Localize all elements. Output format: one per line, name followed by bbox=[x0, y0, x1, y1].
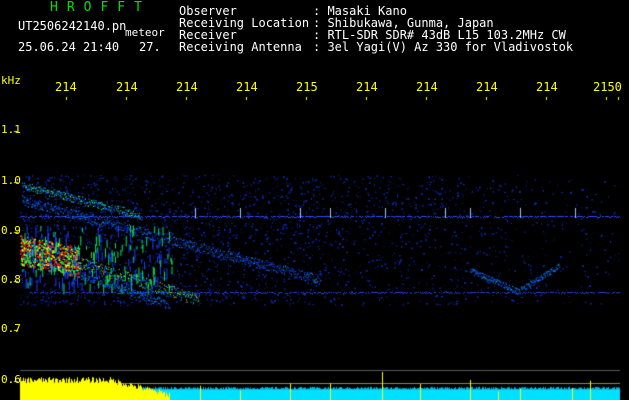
y-tick-label: 1.0 bbox=[1, 174, 21, 187]
x-tick-label: 2150 bbox=[593, 80, 622, 94]
datetime-label: 25.06.24 21:40 bbox=[18, 40, 120, 54]
x-tick-label: 214 bbox=[356, 80, 378, 94]
x-tick-label: 214 bbox=[176, 80, 198, 94]
y-tick-label: 0.7 bbox=[1, 322, 21, 335]
y-tick-label: 0.9 bbox=[1, 224, 21, 237]
x-tick-label: 214 bbox=[236, 80, 258, 94]
y-tick-label: 0.6 bbox=[1, 373, 21, 386]
unit-label: kHz bbox=[1, 74, 21, 87]
x-tick-label: 214 bbox=[476, 80, 498, 94]
x-tick-label: 215 bbox=[296, 80, 318, 94]
x-tick-label: 214 bbox=[116, 80, 138, 94]
y-tick-label: 1.1 bbox=[1, 123, 21, 136]
count-label: 27. bbox=[139, 40, 161, 54]
antenna-value: : 3el Yagi(V) Az 330 for Vladivostok bbox=[313, 40, 574, 54]
x-tick-label: 214 bbox=[55, 80, 77, 94]
x-tick-label: 214 bbox=[416, 80, 438, 94]
y-tick-label: 0.8 bbox=[1, 273, 21, 286]
spectrogram-canvas bbox=[0, 0, 629, 400]
x-tick-label: 214 bbox=[536, 80, 558, 94]
filename-label: UT2506242140.pn bbox=[18, 19, 127, 33]
hrofft-brand: HROFFT bbox=[50, 0, 151, 15]
meteor-label: meteor bbox=[125, 26, 165, 39]
antenna-key: Receiving Antenna bbox=[179, 40, 302, 54]
